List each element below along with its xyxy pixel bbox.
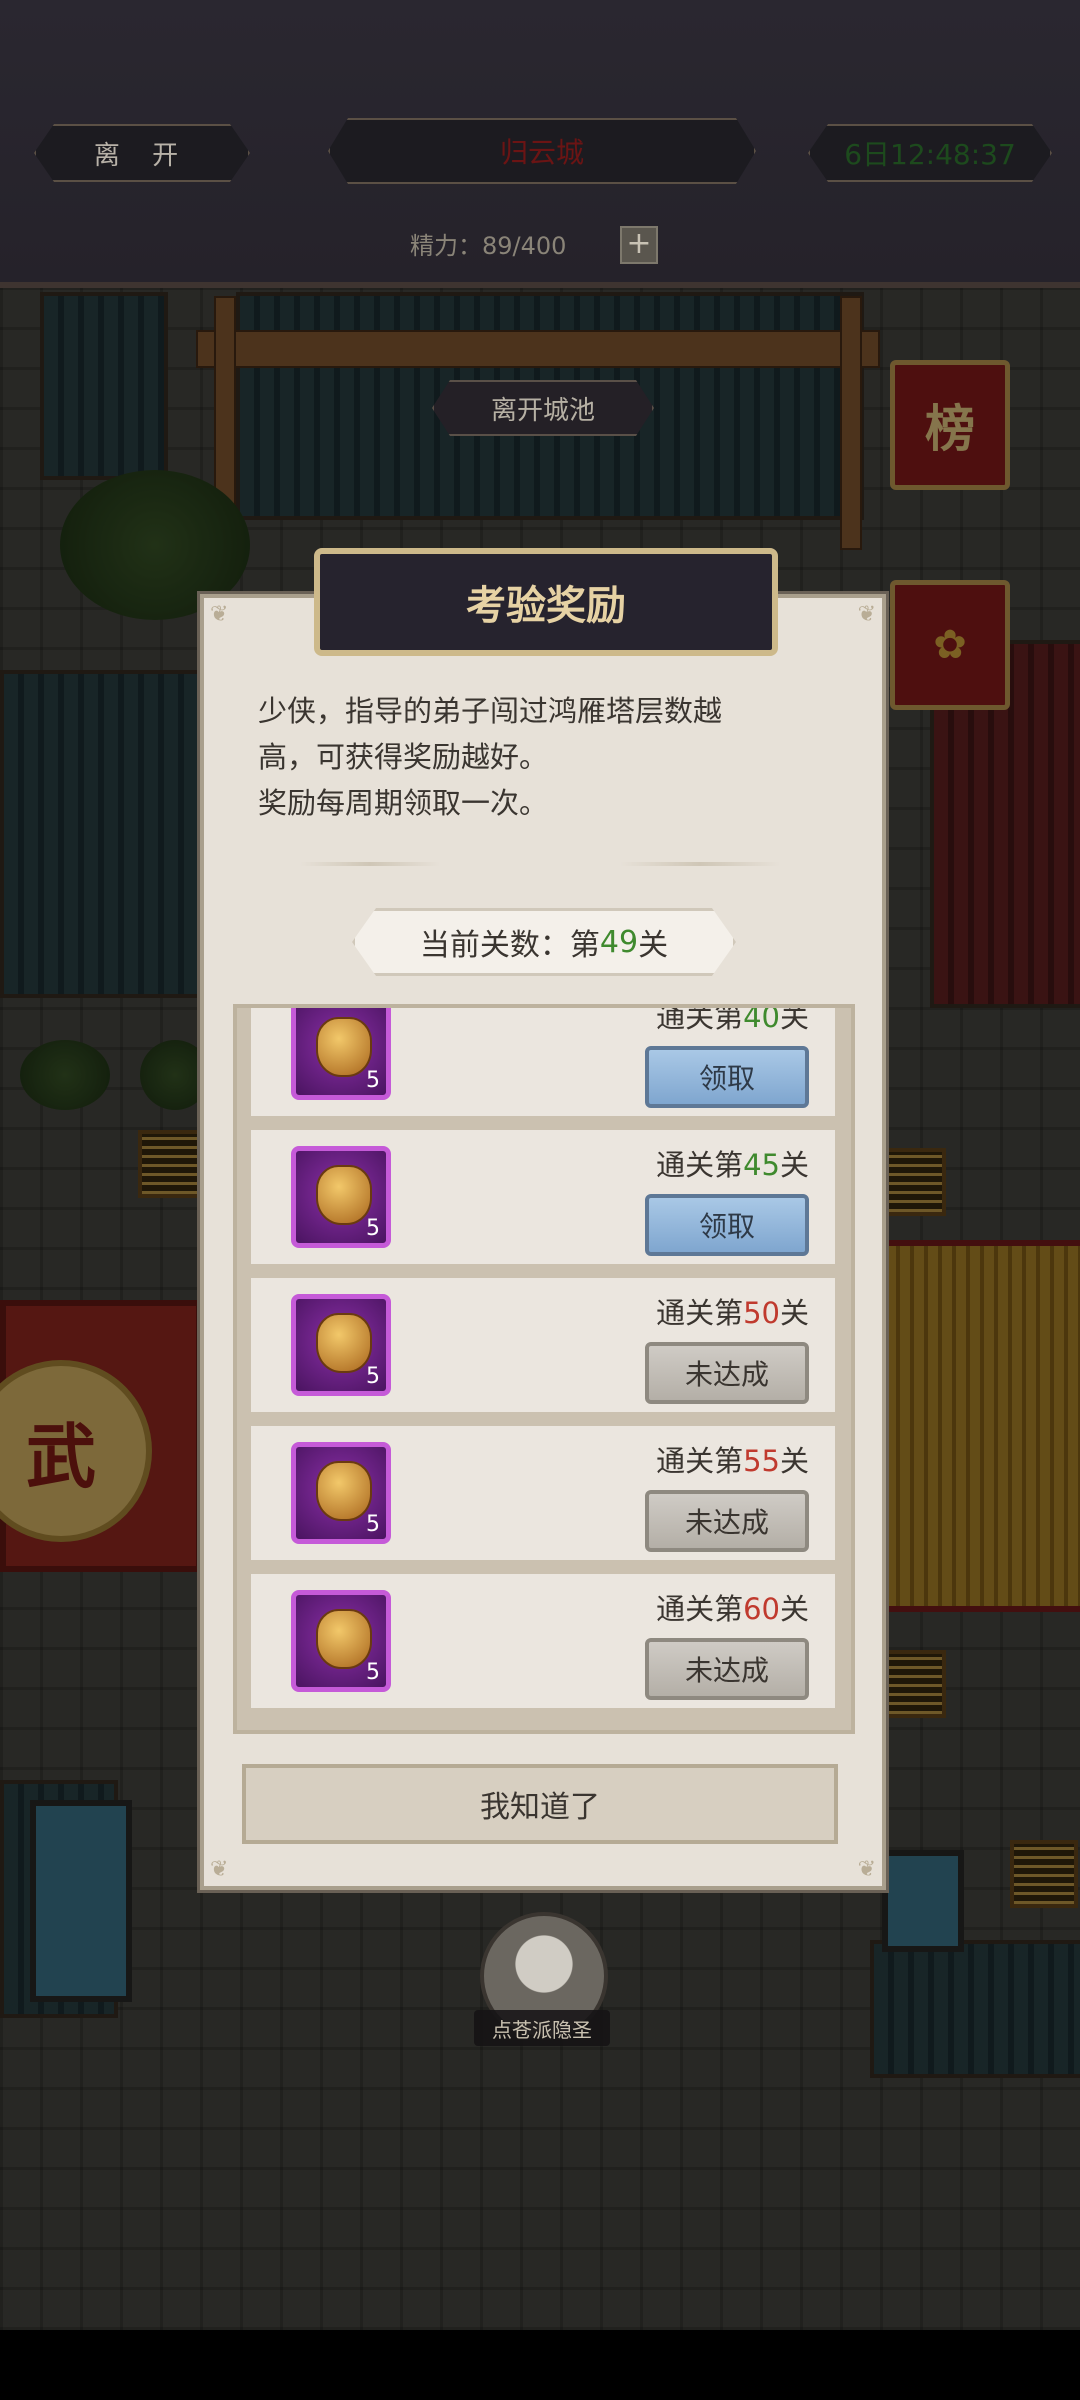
requirement-suffix: 关 [779, 1592, 809, 1626]
gold-pouch-icon: 5 [291, 1146, 391, 1248]
pouch-graphic [316, 1017, 372, 1077]
not-achieved-button[interactable]: 未达成 [645, 1490, 809, 1552]
energy-counter: 精力：89/400 [410, 232, 567, 260]
item-quantity: 5 [366, 1512, 380, 1537]
divider-left [300, 862, 440, 866]
requirement-suffix: 关 [779, 1148, 809, 1182]
bottom-bar [0, 2330, 1080, 2400]
requirement-prefix: 通关第 [656, 1592, 744, 1626]
corner-ornament: ❦ [857, 1857, 876, 1882]
gold-pouch-icon: 5 [291, 1294, 391, 1396]
not-achieved-button[interactable]: 未达成 [645, 1342, 809, 1404]
countdown-timer: 6日12:48:37 [808, 124, 1052, 182]
corner-ornament: ❦ [210, 602, 229, 627]
requirement-suffix: 关 [779, 1296, 809, 1330]
acknowledge-button[interactable]: 我知道了 [242, 1764, 838, 1844]
description-line: 少侠，指导的弟子闯过鸿雁塔层数越 [258, 694, 723, 728]
not-achieved-button[interactable]: 未达成 [645, 1638, 809, 1700]
claim-button[interactable]: 领取 [645, 1194, 809, 1256]
requirement-level: 55 [743, 1444, 780, 1478]
current-level-suffix: 关 [638, 928, 669, 963]
leave-button[interactable]: 离 开 [34, 124, 250, 182]
reward-requirement: 通关第60关 [656, 1586, 809, 1628]
dialog-title: 考验奖励 [314, 548, 778, 656]
reward-row: 5 通关第50关 未达成 [251, 1278, 835, 1412]
reward-requirement: 通关第50关 [656, 1290, 809, 1332]
item-quantity: 5 [366, 1216, 380, 1241]
top-status-bar: 离 开 归云城 6日12:48:37 精力：89/400 + [0, 0, 1080, 288]
reward-list[interactable]: 5 通关第40关 领取 5 通关第45关 领取 5 通关第50关 未达成 5 通… [233, 1004, 855, 1734]
requirement-level: 50 [743, 1296, 780, 1330]
claim-button[interactable]: 领取 [645, 1046, 809, 1108]
requirement-suffix: 关 [779, 1004, 809, 1034]
gold-pouch-icon: 5 [291, 1590, 391, 1692]
reward-requirement: 通关第55关 [656, 1438, 809, 1480]
requirement-level: 40 [743, 1004, 780, 1034]
pouch-graphic [316, 1609, 372, 1669]
leave-city-button[interactable]: 离开城池 [432, 380, 654, 436]
requirement-prefix: 通关第 [656, 1444, 744, 1478]
gold-pouch-icon: 5 [291, 1008, 391, 1100]
reward-row: 5 通关第40关 领取 [251, 1004, 835, 1116]
dialog-description: 少侠，指导的弟子闯过鸿雁塔层数越 高，可获得奖励越好。 奖励每周期领取一次。 [258, 688, 818, 826]
current-level-banner: 当前关数：第 49 关 [352, 908, 736, 976]
requirement-level: 45 [743, 1148, 780, 1182]
pouch-graphic [316, 1461, 372, 1521]
description-line: 奖励每周期领取一次。 [258, 786, 549, 820]
item-quantity: 5 [366, 1068, 380, 1093]
reward-row: 5 通关第45关 领取 [251, 1130, 835, 1264]
corner-ornament: ❦ [210, 1857, 229, 1882]
current-level-number: 49 [599, 924, 639, 960]
reward-row: 5 通关第60关 未达成 [251, 1574, 835, 1708]
requirement-level: 60 [743, 1592, 780, 1626]
current-level-prefix: 当前关数：第 [419, 928, 600, 963]
divider-right [620, 862, 780, 866]
requirement-suffix: 关 [779, 1444, 809, 1478]
reward-requirement: 通关第40关 [656, 1004, 809, 1036]
pouch-graphic [316, 1313, 372, 1373]
description-line: 高，可获得奖励越好。 [258, 740, 549, 774]
requirement-prefix: 通关第 [656, 1296, 744, 1330]
corner-ornament: ❦ [857, 602, 876, 627]
pouch-graphic [316, 1165, 372, 1225]
gold-pouch-icon: 5 [291, 1442, 391, 1544]
requirement-prefix: 通关第 [656, 1004, 744, 1034]
reward-requirement: 通关第45关 [656, 1142, 809, 1184]
city-name: 归云城 [328, 118, 756, 184]
requirement-prefix: 通关第 [656, 1148, 744, 1182]
item-quantity: 5 [366, 1364, 380, 1389]
reward-row: 5 通关第55关 未达成 [251, 1426, 835, 1560]
item-quantity: 5 [366, 1660, 380, 1685]
npc-name-label: 点苍派隐圣 [474, 2010, 610, 2046]
add-energy-button[interactable]: + [620, 226, 658, 264]
